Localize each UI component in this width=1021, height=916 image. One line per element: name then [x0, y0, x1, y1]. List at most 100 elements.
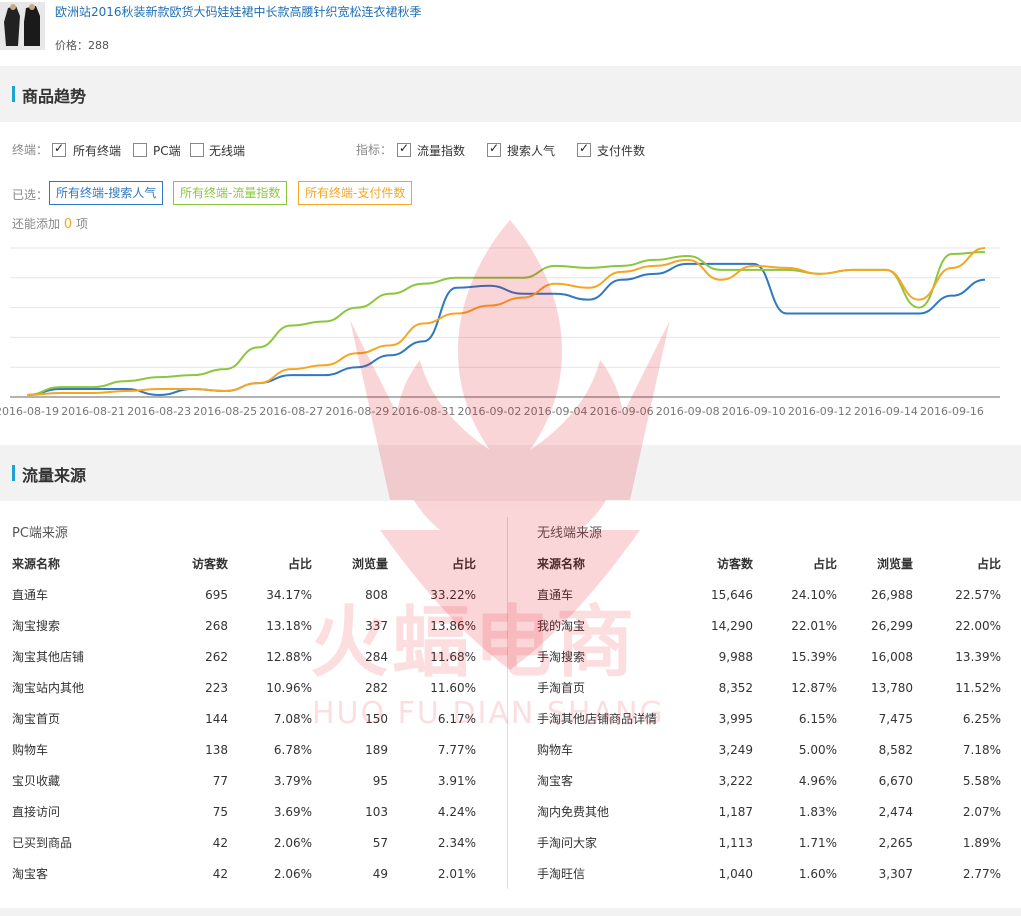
cell-4: 7.18%	[962, 743, 1001, 757]
cell-3: 103	[365, 805, 388, 819]
cell-4: 4.24%	[437, 805, 476, 819]
trend-line-chart[interactable]: 2016-08-19 2016-08-21 2016-08-23 2016-08-25…	[0, 238, 1021, 428]
x-tick-label: 2016-09-16	[920, 405, 984, 418]
cell-2: 3.79%	[273, 774, 312, 788]
cell-3: 337	[365, 619, 388, 633]
cell-2: 10.96%	[266, 681, 312, 695]
pc-table-row: 淘宝其他店铺 262 12.88% 284 11.68%	[12, 642, 482, 673]
selected-tag-traffic[interactable]: 所有终端-流量指数	[173, 181, 288, 205]
cell-3: 26,299	[871, 619, 913, 633]
x-tick-label: 2016-09-02	[458, 405, 522, 418]
checkbox-wireless-label[interactable]: 无线端	[209, 142, 245, 159]
can-add-hint: 还能添加 0 项	[12, 215, 88, 232]
header-cell-3: 浏览量	[876, 557, 913, 571]
series-line-2[interactable]	[26, 247, 986, 397]
x-tick-label: 2016-08-27	[259, 405, 323, 418]
cell-1: 1,187	[718, 805, 753, 819]
can-add-suffix: 项	[75, 217, 88, 231]
cell-1: 268	[205, 619, 228, 633]
cell-0: 手淘首页	[537, 681, 586, 695]
cell-1: 262	[205, 650, 228, 664]
cell-0: 直通车	[537, 588, 574, 602]
checkbox-paid-items-label[interactable]: 支付件数	[597, 142, 645, 159]
cell-3: 2,474	[878, 805, 913, 819]
section-accent-bar	[12, 86, 15, 102]
pc-table-row: 淘宝搜索 268 13.18% 337 13.86%	[12, 611, 482, 642]
header-cell-0: 来源名称	[537, 557, 586, 571]
cell-4: 5.58%	[962, 774, 1001, 788]
cell-0: 已买到商品	[12, 836, 73, 850]
cell-0: 淘宝站内其他	[12, 681, 85, 695]
cell-4: 11.52%	[955, 681, 1001, 695]
cell-2: 2.06%	[273, 836, 312, 850]
product-thumbnail[interactable]	[0, 2, 45, 50]
cell-2: 4.96%	[798, 774, 837, 788]
pc-table-header: 来源名称 访客数 占比 浏览量 占比	[12, 549, 482, 580]
terminal-label: 终端：	[12, 143, 49, 157]
pc-table-row: 淘宝站内其他 223 10.96% 282 11.60%	[12, 673, 482, 704]
cell-1: 75	[212, 805, 228, 819]
cell-3: 150	[365, 712, 388, 726]
traffic-section-title: 流量来源	[22, 466, 87, 485]
cell-1: 42	[212, 836, 228, 850]
mobile-table-row: 购物车 3,249 5.00% 8,582 7.18%	[537, 735, 1007, 766]
product-title-link[interactable]: 欧洲站2016秋装新款欧货大码娃娃裙中长款高腰针织宽松连衣裙秋季	[55, 3, 422, 20]
pc-source-title: PC端来源	[12, 526, 68, 541]
checkbox-traffic-index[interactable]	[397, 141, 411, 157]
checkbox-search-popularity[interactable]	[487, 141, 501, 157]
cell-2: 2.06%	[273, 867, 312, 881]
cell-3: 8,582	[878, 743, 913, 757]
cell-0: 手淘旺信	[537, 867, 586, 881]
cell-4: 13.39%	[955, 650, 1001, 664]
checkbox-all-terminals[interactable]	[52, 141, 66, 157]
cell-1: 3,222	[718, 774, 753, 788]
checkbox-paid-items[interactable]	[577, 141, 591, 157]
series-line-1[interactable]	[26, 250, 986, 397]
header-cell-1: 访客数	[716, 557, 753, 571]
cell-1: 9,988	[718, 650, 753, 664]
cell-4: 2.77%	[962, 867, 1001, 881]
header-cell-2: 占比	[812, 557, 837, 571]
x-tick-label: 2016-09-10	[722, 405, 786, 418]
cell-3: 284	[365, 650, 388, 664]
mobile-table-row: 淘内免费其他 1,187 1.83% 2,474 2.07%	[537, 797, 1007, 828]
cell-4: 3.91%	[437, 774, 476, 788]
checkbox-pc-label[interactable]: PC端	[153, 142, 181, 159]
mobile-table-row: 手淘搜索 9,988 15.39% 16,008 13.39%	[537, 642, 1007, 673]
selected-tag-search[interactable]: 所有终端-搜索人气	[49, 181, 164, 205]
cell-4: 2.07%	[962, 805, 1001, 819]
x-tick-label: 2016-09-08	[656, 405, 720, 418]
metric-label: 指标：	[356, 143, 393, 157]
cell-2: 6.78%	[273, 743, 312, 757]
pc-table-row: 直通车 695 34.17% 808 33.22%	[12, 580, 482, 611]
header-cell-1: 访客数	[191, 557, 228, 571]
series-line-0[interactable]	[26, 262, 986, 397]
mobile-source-title: 无线端来源	[537, 526, 603, 541]
cell-3: 3,307	[878, 867, 913, 881]
checkbox-wireless[interactable]	[190, 143, 204, 157]
cell-1: 695	[205, 588, 228, 602]
cell-0: 淘宝首页	[12, 712, 61, 726]
mobile-table-row: 直通车 15,646 24.10% 26,988 22.57%	[537, 580, 1007, 611]
cell-0: 淘宝其他店铺	[12, 650, 85, 664]
x-tick-label: 2016-09-12	[788, 405, 852, 418]
selected-tag-paid[interactable]: 所有终端-支付件数	[298, 181, 413, 205]
mobile-table-row: 手淘首页 8,352 12.87% 13,780 11.52%	[537, 673, 1007, 704]
cell-0: 淘宝搜索	[12, 619, 61, 633]
cell-1: 77	[212, 774, 228, 788]
x-tick-label: 2016-08-31	[391, 405, 455, 418]
cell-2: 3.69%	[273, 805, 312, 819]
checkbox-all-terminals-label[interactable]: 所有终端	[73, 142, 121, 159]
checkbox-search-popularity-label[interactable]: 搜索人气	[507, 142, 555, 159]
cell-3: 16,008	[871, 650, 913, 664]
checkbox-traffic-index-label[interactable]: 流量指数	[417, 142, 465, 159]
pc-table-row: 购物车 138 6.78% 189 7.77%	[12, 735, 482, 766]
can-add-count: 0	[63, 217, 73, 232]
checkbox-pc[interactable]	[133, 143, 147, 157]
header-cell-4: 占比	[451, 557, 476, 571]
cell-3: 282	[365, 681, 388, 695]
cell-1: 138	[205, 743, 228, 757]
cell-0: 直通车	[12, 588, 49, 602]
pc-table-row: 淘宝客 42 2.06% 49 2.01%	[12, 859, 482, 890]
x-tick-label: 2016-08-19	[0, 405, 59, 418]
